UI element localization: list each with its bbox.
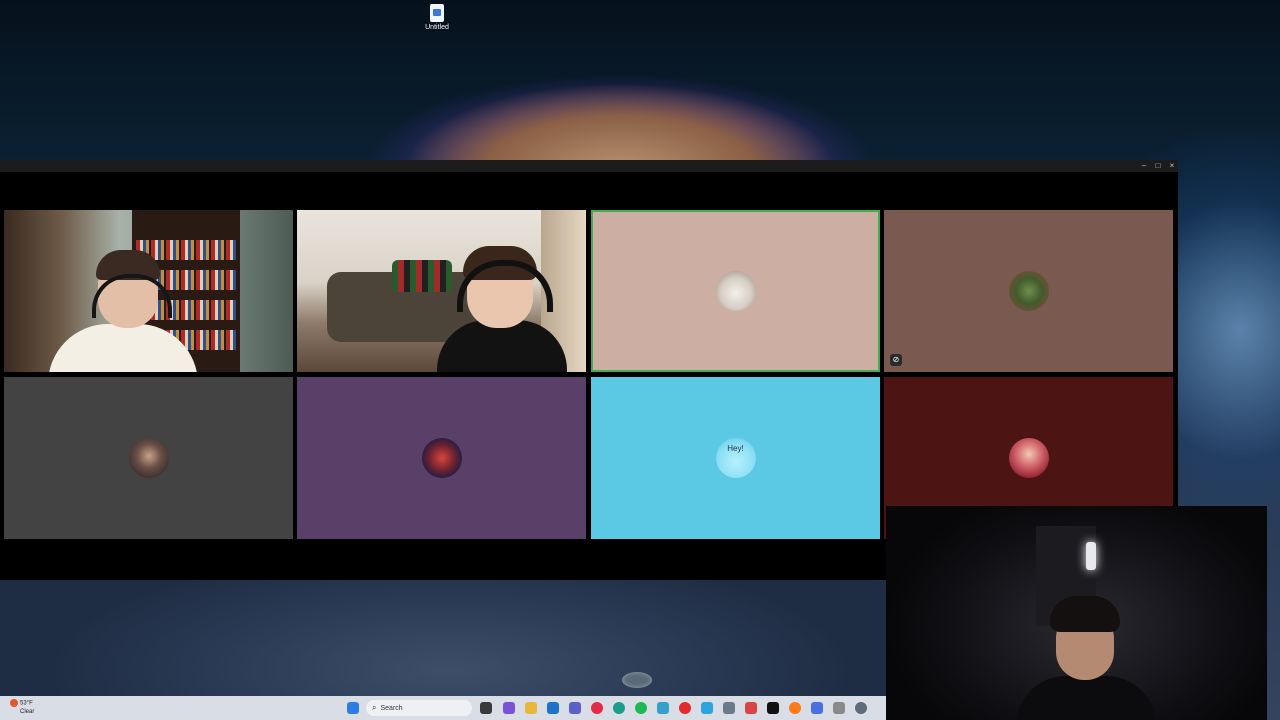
self-video (1016, 586, 1156, 720)
pink-hair-character-avatar-icon (1008, 438, 1049, 478)
snipping-icon[interactable] (833, 702, 845, 714)
person-hair (1050, 596, 1120, 632)
hey-creature-avatar-icon: Hey! (715, 438, 756, 478)
participant-tile[interactable]: ⊘ (884, 210, 1173, 372)
person-body (48, 324, 198, 372)
mail-icon[interactable] (811, 702, 823, 714)
background-light (1086, 542, 1096, 570)
minimize-button[interactable]: – (1137, 160, 1151, 172)
opera-icon[interactable] (591, 702, 603, 714)
logo-avatar-icon (421, 438, 462, 478)
copilot-icon[interactable] (503, 702, 515, 714)
discord-icon[interactable] (569, 702, 581, 714)
weather-widget[interactable]: 53°F Clear (10, 699, 34, 716)
desktop-file-icon[interactable]: Untitled (420, 4, 454, 31)
terminal-icon[interactable] (767, 702, 779, 714)
firefox-icon[interactable] (789, 702, 801, 714)
weather-icon (10, 699, 18, 707)
person-body (1016, 676, 1156, 720)
participant-tile-camera[interactable] (4, 210, 293, 372)
weather-temp: 53°F (20, 700, 33, 707)
participant-tile-camera[interactable] (297, 210, 586, 372)
weather-desc: Clear (20, 708, 35, 715)
search-icon: ⌕ (372, 703, 377, 712)
spotify-icon[interactable] (635, 702, 647, 714)
close-button[interactable]: × (1165, 160, 1179, 172)
youtube-icon[interactable] (679, 702, 691, 714)
participant-tile[interactable]: Hey! (591, 377, 880, 539)
edge-icon[interactable] (613, 702, 625, 714)
settings-icon[interactable] (855, 702, 867, 714)
teams-icon[interactable] (547, 702, 559, 714)
window-titlebar[interactable]: – □ × (0, 160, 1178, 172)
self-camera-view[interactable] (886, 506, 1267, 720)
search-placeholder: Search (380, 705, 403, 712)
participant-tile[interactable] (4, 377, 293, 539)
wallpaper-button (622, 672, 652, 688)
desktop-icon-label: Untitled (425, 24, 449, 31)
maximize-button[interactable]: □ (1151, 160, 1165, 172)
green-character-avatar-icon (1008, 271, 1049, 311)
couple-photo-avatar-icon (128, 438, 169, 478)
participant-video (437, 246, 567, 372)
notepad-icon[interactable] (701, 702, 713, 714)
obs-icon[interactable] (745, 702, 757, 714)
task-view-icon[interactable] (480, 702, 492, 714)
document-icon (430, 4, 444, 22)
windows-start-icon[interactable] (347, 702, 359, 714)
participant-tile[interactable] (297, 377, 586, 539)
wallpaper-shirt (0, 580, 890, 700)
store-icon[interactable] (657, 702, 669, 714)
taskbar: 53°F Clear ⌕ Search (0, 696, 886, 720)
mic-off-icon: ⊘ (890, 354, 902, 366)
participant-tile-speaking[interactable] (591, 210, 880, 372)
cat-avatar-icon (715, 271, 756, 311)
calculator-icon[interactable] (723, 702, 735, 714)
participant-video (48, 250, 198, 372)
file-explorer-icon[interactable] (525, 702, 537, 714)
search-input[interactable]: ⌕ Search (366, 700, 472, 716)
